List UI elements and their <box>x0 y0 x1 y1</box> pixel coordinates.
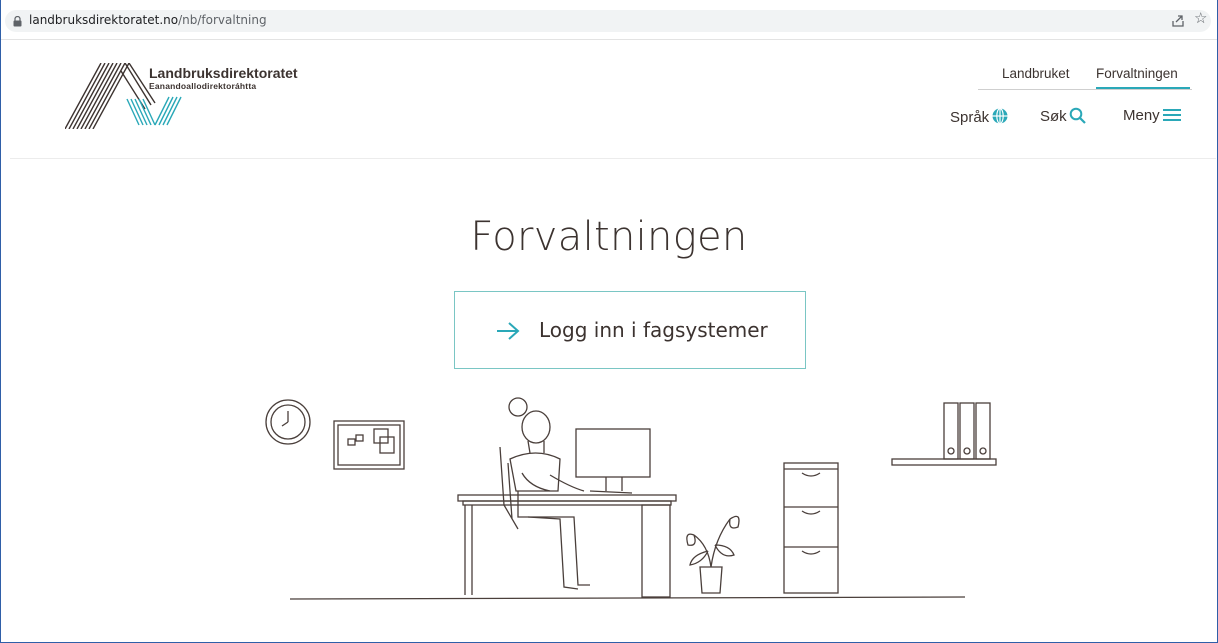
menu-button[interactable]: Meny <box>1123 107 1182 124</box>
search-button[interactable]: Søk <box>1040 107 1086 125</box>
monitor-icon <box>575 428 651 494</box>
language-label: Språk <box>950 109 990 126</box>
login-button-label: Logg inn i fagsystemer <box>539 318 768 342</box>
url-field[interactable]: landbruksdirektoratet.no/nb/forvaltning <box>5 10 1211 32</box>
language-button[interactable]: Språk <box>950 107 1009 126</box>
binders-shelf-icon <box>891 402 997 466</box>
tab-forvaltningen[interactable]: Forvaltningen <box>1096 66 1190 89</box>
lock-icon[interactable] <box>13 16 22 27</box>
desk-icon <box>457 494 677 598</box>
menu-label: Meny <box>1123 107 1160 124</box>
tab-landbruket[interactable]: Landbruket <box>1002 66 1070 87</box>
search-label: Søk <box>1040 108 1067 125</box>
hamburger-icon <box>1162 109 1181 121</box>
person-icon <box>499 397 590 590</box>
arrow-right-icon <box>497 322 520 340</box>
tab-divider <box>978 89 1192 90</box>
share-icon[interactable] <box>1171 14 1185 28</box>
logo-title[interactable]: Landbruksdirektoratet <box>149 65 298 81</box>
address-bar: landbruksdirektoratet.no/nb/forvaltning … <box>1 0 1217 40</box>
filing-cabinet-icon <box>783 462 839 594</box>
url-domain: landbruksdirektoratet.no <box>29 13 179 27</box>
url-path: /nb/forvaltning <box>178 13 267 27</box>
page-title: Forvaltningen <box>470 214 748 260</box>
office-illustration <box>265 397 997 600</box>
site-header: Landbruksdirektoratet Eanandoallodirekto… <box>10 41 1216 159</box>
globe-icon <box>992 107 1008 125</box>
notice-board-icon <box>333 420 405 470</box>
url-text[interactable]: landbruksdirektoratet.no/nb/forvaltning <box>29 13 267 27</box>
plant-icon <box>686 515 740 594</box>
logo-subtitle[interactable]: Eanandoallodirektoráhtta <box>149 81 256 91</box>
login-button[interactable]: Logg inn i fagsystemer <box>454 291 806 369</box>
search-icon <box>1069 107 1086 124</box>
star-icon[interactable]: ☆ <box>1194 11 1207 26</box>
clock-icon <box>265 399 311 445</box>
